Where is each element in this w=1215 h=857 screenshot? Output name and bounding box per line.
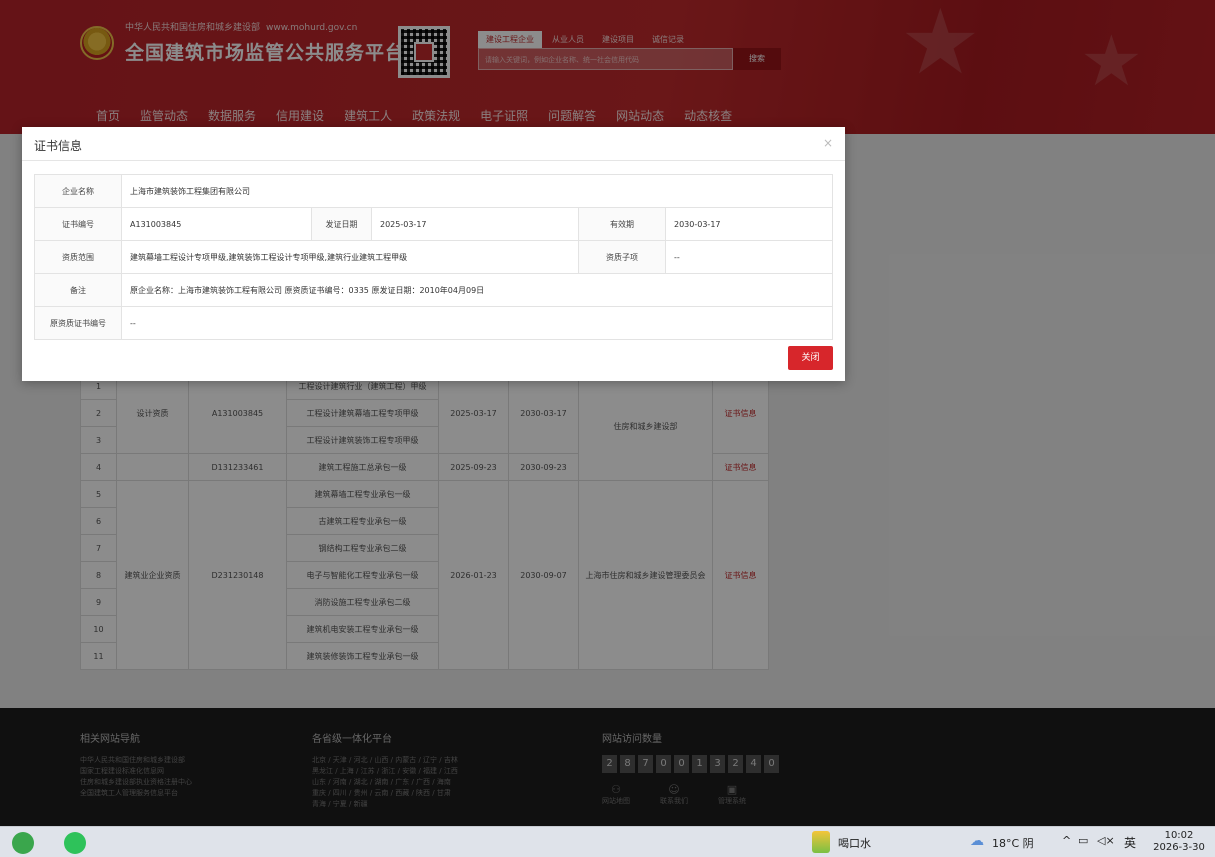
sub-item-label: 资质子项: [578, 240, 666, 274]
remark-value: 原企业名称：上海市建筑装饰工程有限公司 原资质证书编号：0335 原发证日期：2…: [121, 273, 833, 307]
table-row: 资质范围 建筑幕墙工程设计专项甲级,建筑装饰工程设计专项甲级,建筑行业建筑工程甲…: [34, 240, 833, 274]
clock-date: 2026-3-30: [1153, 842, 1205, 853]
clock[interactable]: 10:02 2026-3-30: [1150, 830, 1208, 854]
clock-time: 10:02: [1164, 830, 1194, 841]
close-icon[interactable]: ×: [823, 136, 833, 150]
sub-item-value: --: [665, 240, 833, 274]
wechat-app-icon[interactable]: [64, 832, 86, 854]
valid-until-label: 有效期: [578, 207, 666, 241]
cert-no-label: 证书编号: [34, 207, 122, 241]
windows-taskbar: 喝口水 ☁ 18°C 阴 ^ ▭ ◁× 英 10:02 2026-3-30: [0, 826, 1215, 857]
issue-date-label: 发证日期: [311, 207, 372, 241]
cert-no-value: A131003845: [121, 207, 312, 241]
ime-indicator[interactable]: 英: [1124, 834, 1136, 851]
page: ★ ★ 中华人民共和国住房和城乡建设部 www.mohurd.gov.cn 全国建…: [0, 0, 1215, 857]
drink-water-app-label[interactable]: 喝口水: [838, 835, 871, 851]
cert-info-modal: 证书信息 × 企业名称 上海市建筑装饰工程集团有限公司 证书编号 A131003…: [22, 127, 845, 381]
table-row: 原资质证书编号 --: [34, 306, 833, 340]
orig-cert-label: 原资质证书编号: [34, 306, 122, 340]
company-value: 上海市建筑装饰工程集团有限公司: [121, 174, 833, 208]
scope-value: 建筑幕墙工程设计专项甲级,建筑装饰工程设计专项甲级,建筑行业建筑工程甲级: [121, 240, 579, 274]
scope-label: 资质范围: [34, 240, 122, 274]
volume-icon[interactable]: ◁×: [1097, 834, 1115, 847]
weather-text[interactable]: 18°C 阴: [992, 835, 1034, 851]
table-row: 证书编号 A131003845 发证日期 2025-03-17 有效期 2030…: [34, 207, 833, 241]
cert-info-table: 企业名称 上海市建筑装饰工程集团有限公司 证书编号 A131003845 发证日…: [34, 174, 833, 340]
close-button[interactable]: 关闭: [788, 346, 833, 370]
cloud-icon: ☁: [970, 833, 984, 849]
table-row: 企业名称 上海市建筑装饰工程集团有限公司: [34, 174, 833, 208]
network-icon[interactable]: ▭: [1078, 834, 1088, 847]
browser-app-icon[interactable]: [12, 832, 34, 854]
drink-water-app-icon[interactable]: [812, 831, 830, 853]
issue-date-value: 2025-03-17: [371, 207, 579, 241]
modal-header: 证书信息 ×: [22, 127, 845, 161]
table-row: 备注 原企业名称：上海市建筑装饰工程有限公司 原资质证书编号：0335 原发证日…: [34, 273, 833, 307]
modal-title: 证书信息: [34, 139, 83, 153]
remark-label: 备注: [34, 273, 122, 307]
orig-cert-value: --: [121, 306, 833, 340]
tray-chevron-icon[interactable]: ^: [1062, 834, 1071, 847]
company-label: 企业名称: [34, 174, 122, 208]
valid-until-value: 2030-03-17: [665, 207, 833, 241]
